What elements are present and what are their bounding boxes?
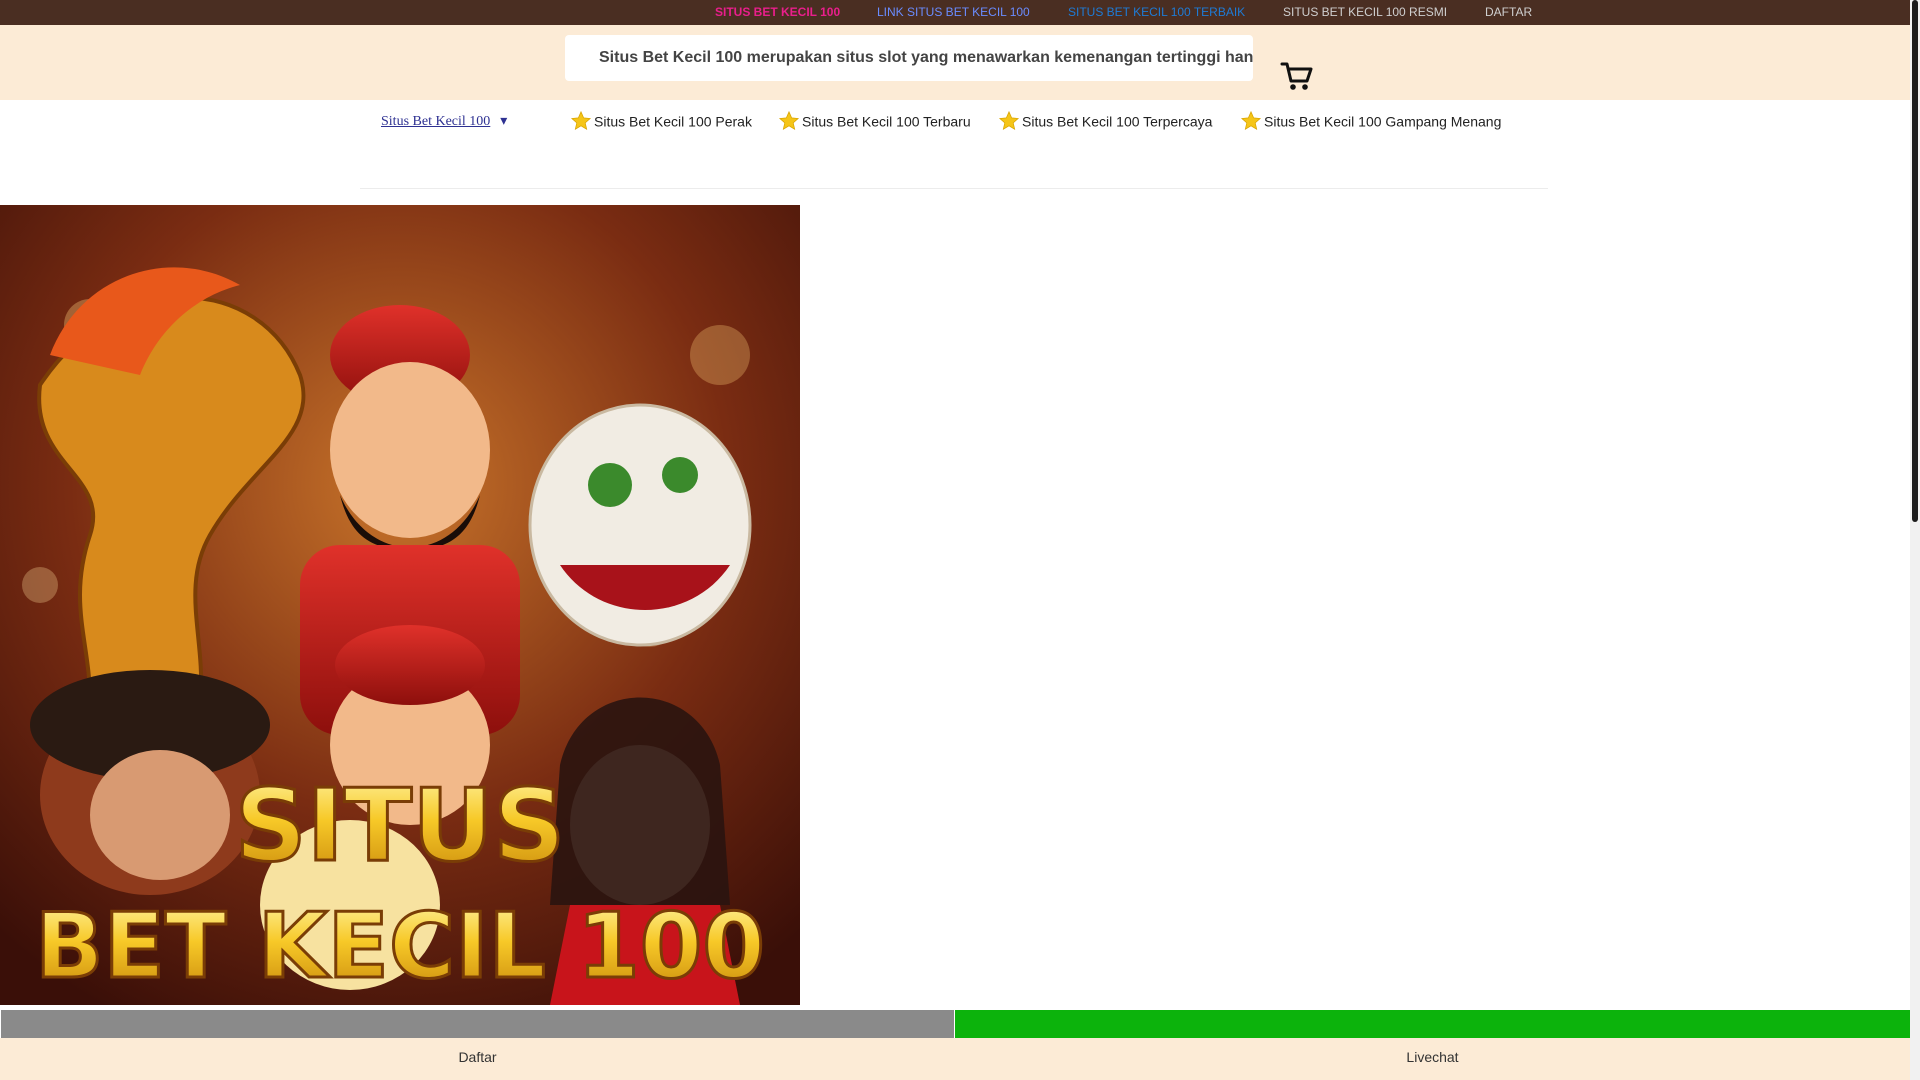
top-link-situs-bet-kecil-100[interactable]: SITUS BET KECIL 100 xyxy=(715,0,840,25)
cart-icon[interactable] xyxy=(1280,59,1314,93)
top-link-resmi[interactable]: SITUS BET KECIL 100 RESMI xyxy=(1283,0,1447,25)
livechat-strip xyxy=(955,1010,1910,1038)
header xyxy=(0,25,1910,100)
star-icon xyxy=(1240,110,1262,132)
star-icon xyxy=(570,110,592,132)
daftar-label: Daftar xyxy=(458,1049,497,1065)
hero-banner: SITUS BET KECIL 100 xyxy=(0,205,800,1005)
nav-item-label: Situs Bet Kecil 100 Perak xyxy=(594,113,752,130)
star-icon xyxy=(778,110,800,132)
banner-title-line1: SITUS xyxy=(235,767,566,884)
top-link-daftar[interactable]: DAFTAR xyxy=(1485,0,1532,25)
nav-item-label: Situs Bet Kecil 100 Terpercaya xyxy=(1022,113,1213,130)
banner-illustration: SITUS BET KECIL 100 xyxy=(0,205,800,1005)
nav-item-terbaru[interactable]: Situs Bet Kecil 100 Terbaru xyxy=(778,110,971,132)
top-link-link-situs[interactable]: LINK SITUS BET KECIL 100 xyxy=(877,0,1030,25)
top-bar: SITUS BET KECIL 100 LINK SITUS BET KECIL… xyxy=(0,0,1910,25)
daftar-button[interactable]: Daftar xyxy=(0,1010,955,1080)
scrollbar-thumb[interactable] xyxy=(1912,0,1918,522)
nav-item-terpercaya[interactable]: Situs Bet Kecil 100 Terpercaya xyxy=(998,110,1212,132)
main-nav: Situs Bet Kecil 100 ▾ Situs Bet Kecil 100… xyxy=(360,100,1548,189)
page: SITUS BET KECIL 100 LINK SITUS BET KECIL… xyxy=(0,0,1910,1080)
banner-title-line2: BET KECIL 100 xyxy=(35,894,765,999)
nav-item-label: Situs Bet Kecil 100 Gampang Menang xyxy=(1264,113,1502,130)
nav-item-label: Situs Bet Kecil 100 Terbaru xyxy=(802,113,971,130)
livechat-button[interactable]: Livechat xyxy=(955,1010,1910,1080)
search-input[interactable] xyxy=(565,35,1253,81)
nav-item-gampang-menang[interactable]: Situs Bet Kecil 100 Gampang Menang xyxy=(1240,110,1501,132)
nav-item-perak[interactable]: Situs Bet Kecil 100 Perak xyxy=(570,110,752,132)
nav-home-label: Situs Bet Kecil 100 xyxy=(381,114,491,129)
chevron-down-icon: ▾ xyxy=(500,114,508,129)
page-scrollbar[interactable] xyxy=(1910,0,1920,1080)
bottom-bar: Daftar Livechat xyxy=(0,1010,1910,1080)
livechat-label: Livechat xyxy=(1406,1049,1459,1065)
search-box xyxy=(565,35,1253,81)
nav-home-link[interactable]: Situs Bet Kecil 100 ▾ xyxy=(381,113,507,130)
top-link-terbaik[interactable]: SITUS BET KECIL 100 TERBAIK xyxy=(1068,0,1245,25)
daftar-strip xyxy=(1,1010,954,1038)
star-icon xyxy=(998,110,1020,132)
